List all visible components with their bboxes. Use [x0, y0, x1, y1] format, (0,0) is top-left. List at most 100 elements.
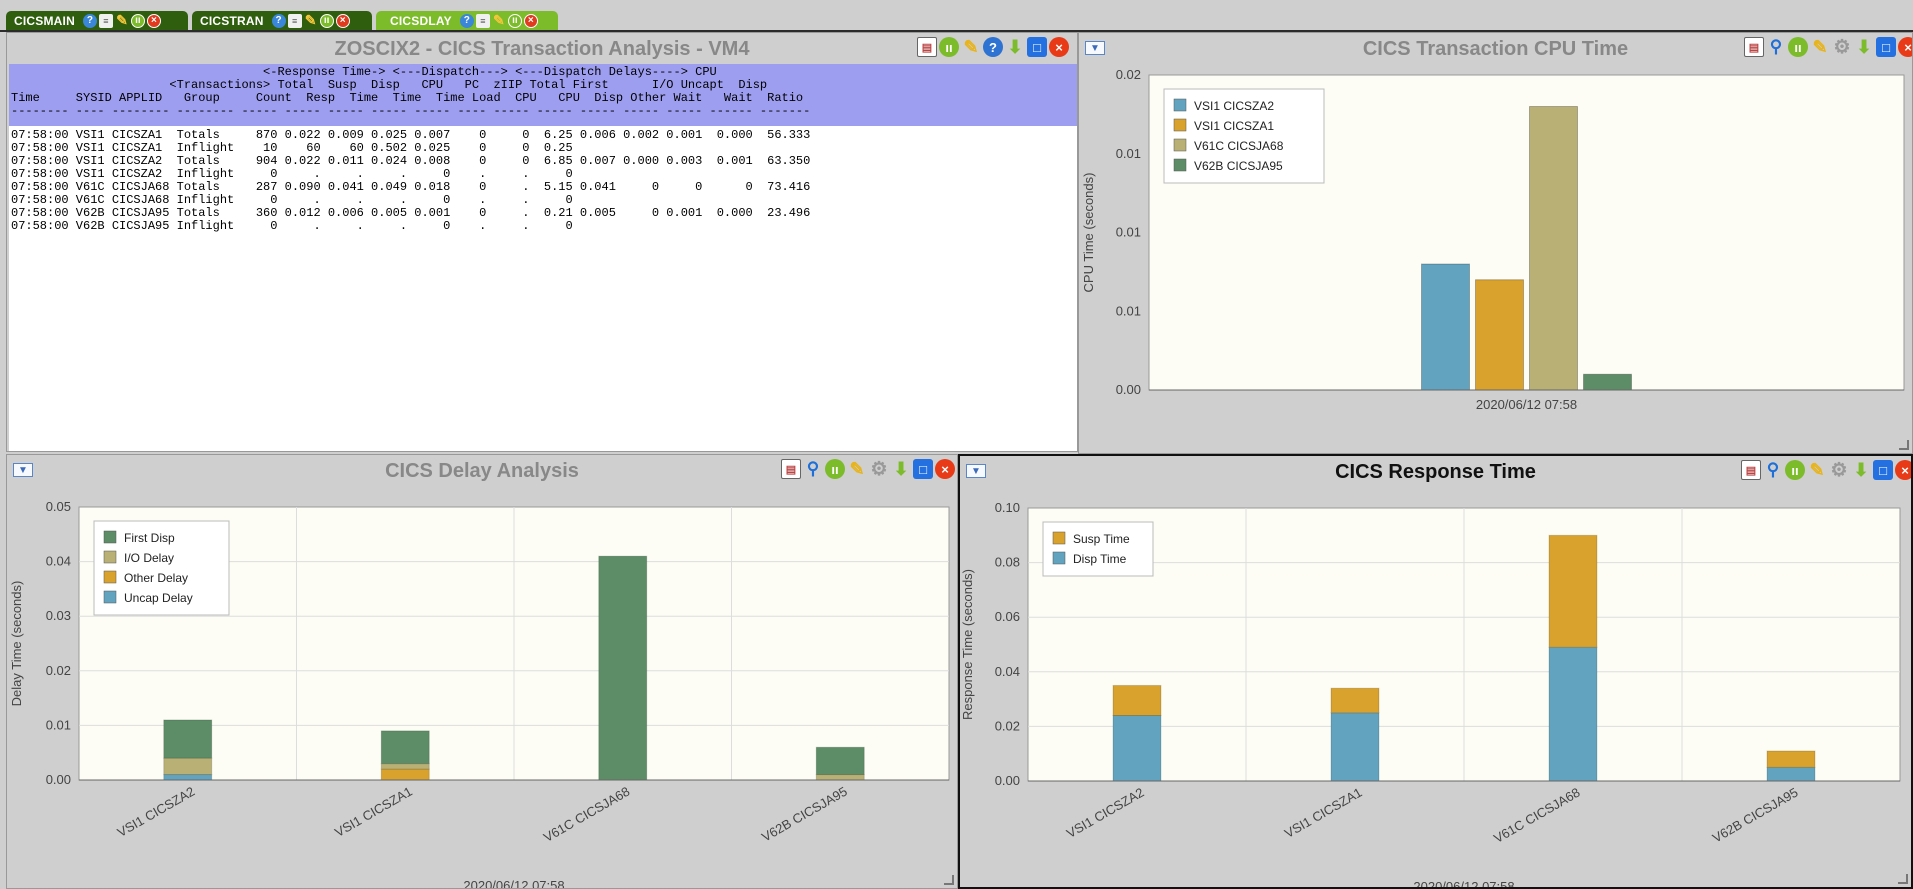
x-tick-label: V62B CICSJA95 — [1710, 785, 1801, 846]
pencil-icon[interactable]: ✎ — [304, 12, 318, 28]
y-axis-label: Response Time (seconds) — [960, 569, 975, 720]
bar-segment — [163, 719, 213, 759]
x-tick-label: VSI1 CICSZA1 — [332, 784, 415, 840]
legend-swatch — [1173, 158, 1187, 172]
legend-swatch — [1052, 551, 1066, 565]
magnifier-icon[interactable]: ⚲ — [803, 459, 823, 479]
tab-label: CICSMAIN — [14, 13, 75, 28]
close-icon[interactable]: × — [1898, 37, 1912, 57]
tab-cicsmain[interactable]: CICSMAIN ? ≡ ✎ ıı × — [6, 11, 188, 30]
x-axis-label: 2020/06/12 07:58 — [463, 878, 564, 889]
close-icon[interactable]: × — [146, 13, 161, 28]
bar-segment — [1330, 687, 1380, 714]
help-icon[interactable]: ? — [271, 13, 286, 28]
close-icon[interactable]: × — [335, 13, 350, 28]
print-icon[interactable]: ▤ — [1741, 460, 1761, 480]
panel-toolbar: ▤ ⚲ ıı ✎ ⚙ ⬇ □ × — [1741, 460, 1911, 481]
y-tick-label: 0.00 — [995, 773, 1020, 788]
delay-analysis-panel: ▼ CICS Delay Analysis ▤ ⚲ ıı ✎ ⚙ ⬇ □ × 0… — [6, 454, 958, 889]
close-icon[interactable]: × — [935, 459, 955, 479]
x-axis-label: 2020/06/12 07:58 — [1476, 397, 1577, 412]
maximize-icon[interactable]: □ — [913, 459, 933, 479]
download-icon[interactable]: ⬇ — [1851, 460, 1871, 480]
pause-icon[interactable]: ıı — [319, 13, 334, 28]
print-icon[interactable]: ▤ — [781, 459, 801, 479]
bar — [1583, 373, 1632, 391]
x-axis-label: 2020/06/12 07:58 — [1413, 879, 1514, 887]
bar-segment — [598, 555, 648, 781]
bar-segment — [1766, 750, 1816, 768]
download-icon[interactable]: ⬇ — [891, 459, 911, 479]
list-icon[interactable]: ≡ — [98, 13, 113, 28]
tab-cicstran[interactable]: CICSTRAN ? ≡ ✎ ıı × — [192, 11, 372, 30]
pause-icon[interactable]: ıı — [825, 459, 845, 479]
pencil-icon[interactable]: ✎ — [492, 12, 506, 28]
panel-toolbar: ▤ ⚲ ıı ✎ ⚙ ⬇ □ × — [781, 459, 955, 480]
gear-icon[interactable]: ⚙ — [1829, 460, 1849, 481]
legend-label: Uncap Delay — [124, 591, 193, 605]
pause-icon[interactable]: ıı — [130, 13, 145, 28]
list-icon[interactable]: ≡ — [287, 13, 302, 28]
close-icon[interactable]: × — [523, 13, 538, 28]
legend-swatch — [1173, 98, 1187, 112]
x-tick-label: VSI1 CICSZA2 — [1064, 785, 1147, 841]
pause-icon[interactable]: ıı — [507, 13, 522, 28]
pencil-icon[interactable]: ✎ — [1807, 460, 1827, 480]
gear-icon[interactable]: ⚙ — [1832, 37, 1852, 58]
panel-toolbar: ▤ ıı ✎ ? ⬇ □ × — [917, 37, 1069, 57]
pencil-icon[interactable]: ✎ — [1810, 37, 1830, 57]
legend-label: V61C CICSJA68 — [1194, 139, 1284, 153]
workspace-tab-bar: CICSMAIN ? ≡ ✎ ıı × CICSTRAN ? ≡ ✎ ıı × … — [0, 0, 1913, 32]
pencil-icon[interactable]: ✎ — [115, 12, 129, 28]
y-tick-label: 0.04 — [46, 554, 71, 569]
close-icon[interactable]: × — [1049, 37, 1069, 57]
tab-label: CICSDLAY — [390, 13, 452, 28]
legend-swatch — [103, 570, 117, 584]
maximize-icon[interactable]: □ — [1873, 460, 1893, 480]
print-icon[interactable]: ▤ — [1744, 37, 1764, 57]
legend-swatch — [103, 530, 117, 544]
legend-label: Other Delay — [124, 571, 188, 585]
response-time-panel: ▼ CICS Response Time ▤ ⚲ ıı ✎ ⚙ ⬇ □ × 0.… — [958, 454, 1913, 889]
legend-label: Susp Time — [1073, 532, 1130, 546]
x-tick-label: V61C CICSJA68 — [1491, 785, 1582, 846]
x-tick-label: VSI1 CICSZA1 — [1282, 785, 1365, 841]
help-icon[interactable]: ? — [82, 13, 97, 28]
pause-icon[interactable]: ıı — [1788, 37, 1808, 57]
pause-icon[interactable]: ıı — [939, 37, 959, 57]
legend-label: Disp Time — [1073, 552, 1127, 566]
download-icon[interactable]: ⬇ — [1854, 37, 1874, 57]
pencil-icon[interactable]: ✎ — [847, 459, 867, 479]
legend-swatch — [103, 590, 117, 604]
resize-grip[interactable] — [944, 875, 954, 885]
close-icon[interactable]: × — [1895, 460, 1911, 480]
bar-segment — [1548, 646, 1598, 782]
resize-grip[interactable] — [1899, 440, 1909, 450]
report-header-text: <-Response Time-> <---Dispatch---> <---D… — [11, 65, 811, 118]
bar-segment — [815, 774, 865, 781]
help-icon[interactable]: ? — [983, 37, 1003, 57]
list-icon[interactable]: ≡ — [475, 13, 490, 28]
y-tick-label: 0.00 — [46, 772, 71, 787]
legend-label: VSI1 CICSZA2 — [1194, 99, 1274, 113]
resize-grip[interactable] — [1898, 874, 1908, 884]
legend-swatch — [103, 550, 117, 564]
cpu-time-panel: ▼ CICS Transaction CPU Time ▤ ⚲ ıı ✎ ⚙ ⬇… — [1078, 32, 1913, 454]
y-tick-label: 0.06 — [995, 609, 1020, 624]
download-icon[interactable]: ⬇ — [1005, 37, 1025, 57]
magnifier-icon[interactable]: ⚲ — [1766, 37, 1786, 57]
pause-icon[interactable]: ıı — [1785, 460, 1805, 480]
tab-cicsdlay[interactable]: CICSDLAY ? ≡ ✎ ıı × — [376, 11, 558, 30]
bar-segment — [1112, 684, 1162, 716]
pencil-icon[interactable]: ✎ — [961, 37, 981, 57]
bar-segment — [380, 763, 430, 770]
legend-swatch — [1052, 531, 1066, 545]
help-icon[interactable]: ? — [459, 13, 474, 28]
print-icon[interactable]: ▤ — [917, 37, 937, 57]
magnifier-icon[interactable]: ⚲ — [1763, 460, 1783, 480]
maximize-icon[interactable]: □ — [1027, 37, 1047, 57]
maximize-icon[interactable]: □ — [1876, 37, 1896, 57]
y-tick-label: 0.02 — [1116, 67, 1141, 82]
gear-icon[interactable]: ⚙ — [869, 459, 889, 480]
legend-label: First Disp — [124, 531, 175, 545]
